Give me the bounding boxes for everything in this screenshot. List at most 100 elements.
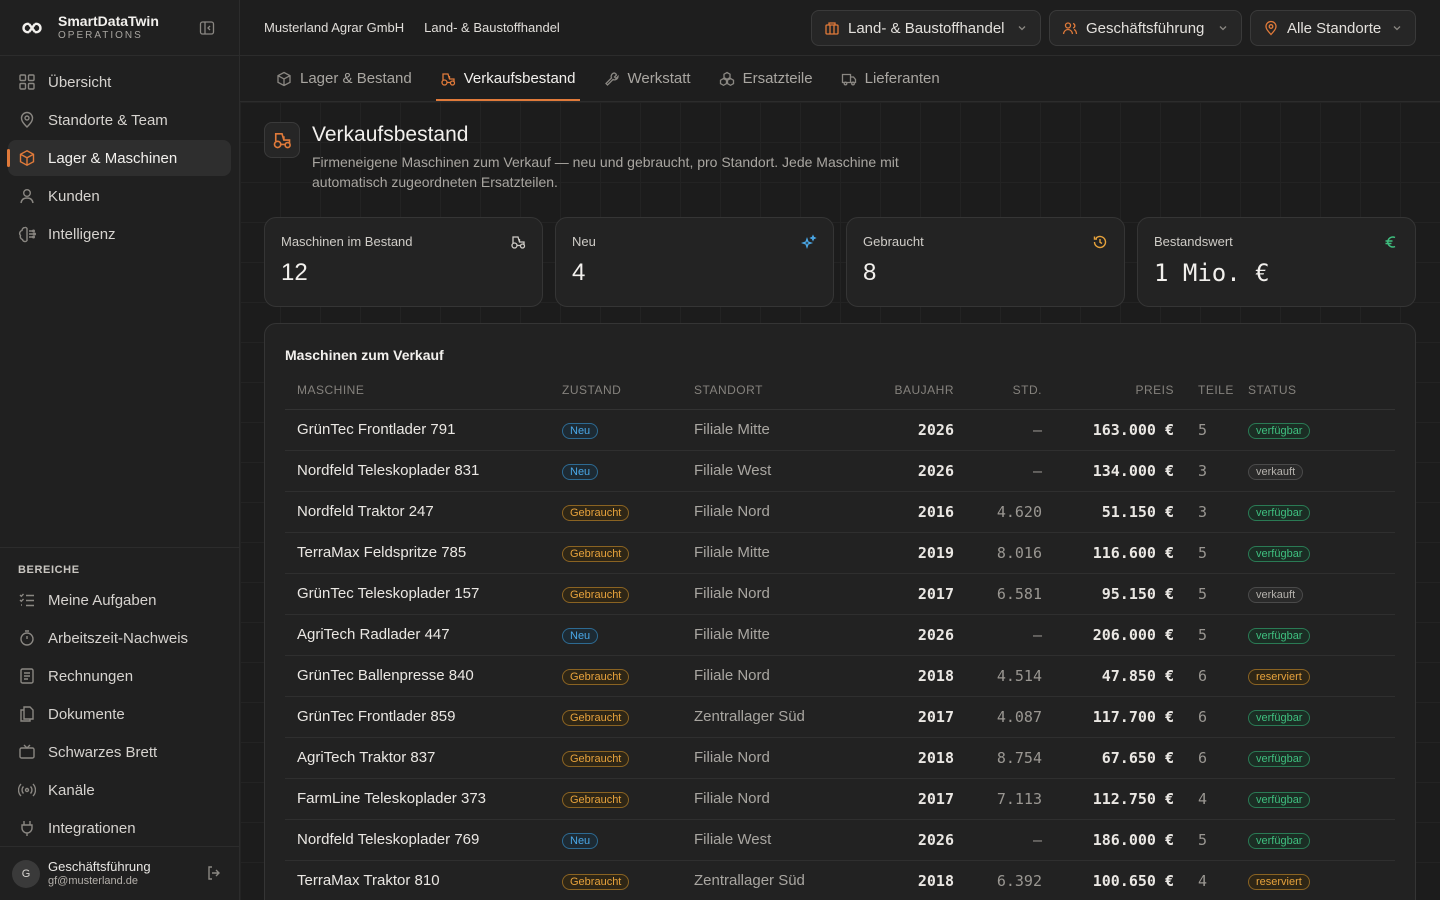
page-header: Verkaufsbestand Firmeneigene Maschinen z… — [264, 122, 952, 192]
nav-item-kanaele[interactable]: Kanäle — [8, 772, 232, 808]
location-cell: Zentrallager Süd — [694, 696, 856, 738]
machine-name: Nordfeld Traktor 247 — [285, 491, 562, 533]
chevron-down-icon — [1393, 26, 1401, 31]
logout-icon[interactable] — [206, 865, 222, 881]
nav-item-kunden[interactable]: Kunden — [8, 178, 231, 214]
location-cell: Filiale Nord — [694, 573, 856, 615]
table-row[interactable]: AgriTech Traktor 837 Gebraucht Filiale Nor… — [285, 737, 1395, 779]
breadcrumb-segment[interactable]: Land- & Baustoffhandel — [424, 20, 560, 35]
nav-item-label: Übersicht — [48, 73, 112, 91]
tab-ersatzteile[interactable]: Ersatzteile — [719, 56, 813, 101]
price-cell: 186.000 € — [1042, 819, 1174, 861]
machine-name: Nordfeld Teleskoplader 769 — [285, 819, 562, 861]
parts-count-cell: 6 — [1174, 655, 1248, 697]
timer-icon — [20, 630, 34, 646]
condition-badge: Gebraucht — [562, 668, 630, 685]
price-cell: 47.850 € — [1042, 655, 1174, 697]
avatar: G — [12, 859, 40, 888]
map-pin-icon — [1265, 20, 1277, 36]
status-cell: reserviert — [1248, 655, 1395, 697]
year-cell: 2018 — [856, 655, 954, 697]
breadcrumb-company[interactable]: Musterland Agrar GmbH — [264, 20, 404, 35]
sparkles-icon — [801, 234, 817, 250]
table-row[interactable]: GrünTec Frontlader 859 Gebraucht Zentralla… — [285, 696, 1395, 738]
condition-badge: Gebraucht — [562, 750, 630, 767]
location-cell: Filiale Nord — [694, 491, 856, 533]
column-header[interactable]: ZUSTAND — [562, 372, 694, 410]
tab-label: Werkstatt — [627, 70, 691, 87]
nav-item-meine-aufgaben[interactable]: Meine Aufgaben — [8, 582, 232, 618]
condition-badge: Neu — [562, 463, 599, 480]
machine-name: TerraMax Traktor 810 — [285, 860, 562, 900]
table-row[interactable]: GrünTec Ballenpresse 840 Gebraucht Filiale… — [285, 655, 1395, 697]
table-row[interactable]: Nordfeld Teleskoplader 769 Neu Filiale Wes… — [285, 819, 1395, 861]
nav-item-lager-maschinen[interactable]: Lager & Maschinen — [7, 140, 231, 176]
column-header[interactable]: STATUS — [1248, 372, 1395, 410]
nav-item-arbeitszeit[interactable]: Arbeitszeit-Nachweis — [8, 620, 232, 656]
condition-cell: Gebraucht — [562, 655, 694, 697]
tab-werkstatt[interactable]: Werkstatt — [604, 56, 691, 101]
table-row[interactable]: TerraMax Traktor 810 Gebraucht Zentrallage… — [285, 860, 1395, 900]
sidebar-collapse-icon[interactable] — [199, 20, 215, 36]
branch-select[interactable]: Land- & Baustoffhandel — [811, 10, 1041, 46]
nav-item-rechnungen[interactable]: Rechnungen — [8, 658, 232, 694]
tab-lager-bestand[interactable]: Lager & Bestand — [276, 56, 412, 101]
column-header[interactable]: STANDORT — [694, 372, 856, 410]
column-header[interactable]: BAUJAHR — [856, 372, 954, 410]
table-row[interactable]: FarmLine Teleskoplader 373 Gebraucht Filia… — [285, 778, 1395, 820]
column-header[interactable]: MASCHINE — [285, 372, 562, 410]
tab-lieferanten[interactable]: Lieferanten — [841, 56, 940, 101]
column-header[interactable]: PREIS — [1042, 372, 1174, 410]
year-cell: 2017 — [856, 696, 954, 738]
branch-select-value: Land- & Baustoffhandel — [848, 19, 1005, 37]
price-cell: 206.000 € — [1042, 614, 1174, 656]
status-badge: verfügbar — [1248, 709, 1311, 726]
nav-item-intelligenz[interactable]: Intelligenz — [8, 216, 231, 252]
nav-item-standorte[interactable]: Standorte & Team — [8, 102, 231, 138]
main-content: Verkaufsbestand Firmeneigene Maschinen z… — [240, 102, 1440, 900]
status-badge: verfügbar — [1248, 832, 1311, 849]
role-select[interactable]: Geschäftsführung — [1049, 10, 1242, 46]
table-row[interactable]: Nordfeld Traktor 247 Gebraucht Filiale Nor… — [285, 491, 1395, 533]
nav-item-schwarzes-brett[interactable]: Schwarzes Brett — [8, 734, 232, 770]
parts-count-cell: 5 — [1174, 532, 1248, 574]
column-header[interactable]: STD. — [954, 372, 1042, 410]
table-row[interactable]: AgriTech Radlader 447 Neu Filiale Mitte 202… — [285, 614, 1395, 656]
board-icon — [19, 744, 35, 759]
machine-name: TerraMax Feldspritze 785 — [285, 532, 562, 574]
user-name: Geschäftsführung — [48, 859, 151, 874]
hours-cell: 4.087 — [954, 696, 1042, 738]
table-row[interactable]: Nordfeld Teleskoplader 831 Neu Filiale Wes… — [285, 450, 1395, 492]
location-cell: Filiale Mitte — [694, 532, 856, 574]
euro-icon — [1385, 236, 1396, 248]
nav-item-label: Standorte & Team — [48, 111, 168, 129]
page-icon — [264, 122, 300, 158]
hours-cell: 8.016 — [954, 532, 1042, 574]
nav-item-uebersicht[interactable]: Übersicht — [8, 64, 231, 100]
year-cell: 2018 — [856, 860, 954, 900]
hours-cell: 6.581 — [954, 573, 1042, 615]
table-row[interactable]: TerraMax Feldspritze 785 Gebraucht Filiale… — [285, 532, 1395, 574]
radio-icon — [18, 783, 36, 797]
user-profile[interactable]: G Geschäftsführung gf@musterland.de — [0, 846, 240, 900]
table-row[interactable]: GrünTec Frontlader 791 Neu Filiale Mitte 20… — [285, 409, 1395, 451]
year-cell: 2016 — [856, 491, 954, 533]
status-cell: verfügbar — [1248, 491, 1395, 533]
parts-count-cell: 3 — [1174, 491, 1248, 533]
stat-card-neu: Neu 4 — [555, 217, 834, 307]
main-nav: Übersicht Standorte & Team Lager & Masch… — [0, 56, 239, 262]
tab-verkaufsbestand[interactable]: Verkaufsbestand — [435, 56, 580, 101]
condition-cell: Gebraucht — [562, 860, 694, 900]
brand-name: SmartDataTwin — [58, 12, 159, 29]
machine-name: GrünTec Ballenpresse 840 — [285, 655, 562, 697]
brand[interactable]: SmartDataTwin OPERATIONS — [0, 0, 239, 56]
nav-item-integrationen[interactable]: Integrationen — [8, 810, 232, 846]
location-cell: Filiale West — [694, 450, 856, 492]
nav-item-dokumente[interactable]: Dokumente — [8, 696, 232, 732]
table-row[interactable]: GrünTec Teleskoplader 157 Gebraucht Filial… — [285, 573, 1395, 615]
hours-cell: — — [954, 614, 1042, 656]
column-header[interactable]: TEILE — [1174, 372, 1248, 410]
hours-cell: 4.514 — [954, 655, 1042, 697]
location-select[interactable]: Alle Standorte — [1250, 10, 1416, 46]
price-cell: 100.650 € — [1042, 860, 1174, 900]
